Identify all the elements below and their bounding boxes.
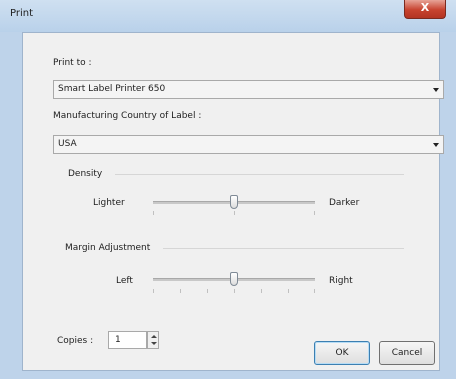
margin-left-label: Left	[116, 276, 133, 286]
margin-tick	[234, 289, 235, 293]
printer-select[interactable]: Smart Label Printer 650	[53, 80, 444, 99]
margin-tick	[180, 289, 181, 293]
margin-tick	[153, 289, 154, 293]
density-tick	[314, 211, 315, 215]
dropdown-arrow-icon	[433, 88, 439, 92]
density-group-label: Density	[68, 169, 103, 179]
dropdown-arrow-icon	[433, 143, 439, 147]
title-bar[interactable]: Print X	[0, 0, 456, 32]
margin-group-label: Margin Adjustment	[65, 243, 151, 253]
cancel-button[interactable]: Cancel	[379, 341, 435, 365]
dialog-body: Print to : Smart Label Printer 650 Manuf…	[22, 32, 444, 371]
window-frame-bottom	[0, 371, 456, 379]
copies-value: 1	[115, 335, 121, 345]
print-dialog: Print X Print to : Smart Label Printer 6…	[0, 0, 456, 379]
density-group-divider	[115, 174, 404, 175]
spin-up-icon[interactable]	[151, 335, 157, 338]
margin-group-divider	[163, 248, 404, 249]
copies-input[interactable]: 1	[108, 331, 147, 349]
spin-down-icon[interactable]	[151, 342, 157, 345]
margin-tick	[314, 289, 315, 293]
density-tick	[234, 211, 235, 215]
print-to-label: Print to :	[53, 58, 92, 68]
close-icon: X	[420, 1, 430, 14]
country-label: Manufacturing Country of Label :	[53, 111, 202, 121]
ok-button[interactable]: OK	[314, 341, 370, 365]
margin-tick	[207, 289, 208, 293]
density-darker-label: Darker	[329, 198, 360, 208]
copies-stepper[interactable]	[147, 331, 159, 349]
printer-select-value: Smart Label Printer 650	[58, 84, 166, 94]
margin-tick	[288, 289, 289, 293]
density-slider-thumb[interactable]	[230, 195, 238, 209]
window-frame-left	[0, 32, 22, 379]
close-button[interactable]: X	[404, 0, 446, 19]
margin-slider-thumb[interactable]	[230, 272, 238, 286]
window-title: Print	[10, 8, 34, 19]
margin-right-label: Right	[329, 276, 353, 286]
country-select[interactable]: USA	[53, 135, 444, 154]
density-tick	[153, 211, 154, 215]
country-select-value: USA	[58, 139, 77, 149]
density-lighter-label: Lighter	[93, 198, 125, 208]
margin-tick	[261, 289, 262, 293]
copies-label: Copies :	[57, 336, 94, 346]
